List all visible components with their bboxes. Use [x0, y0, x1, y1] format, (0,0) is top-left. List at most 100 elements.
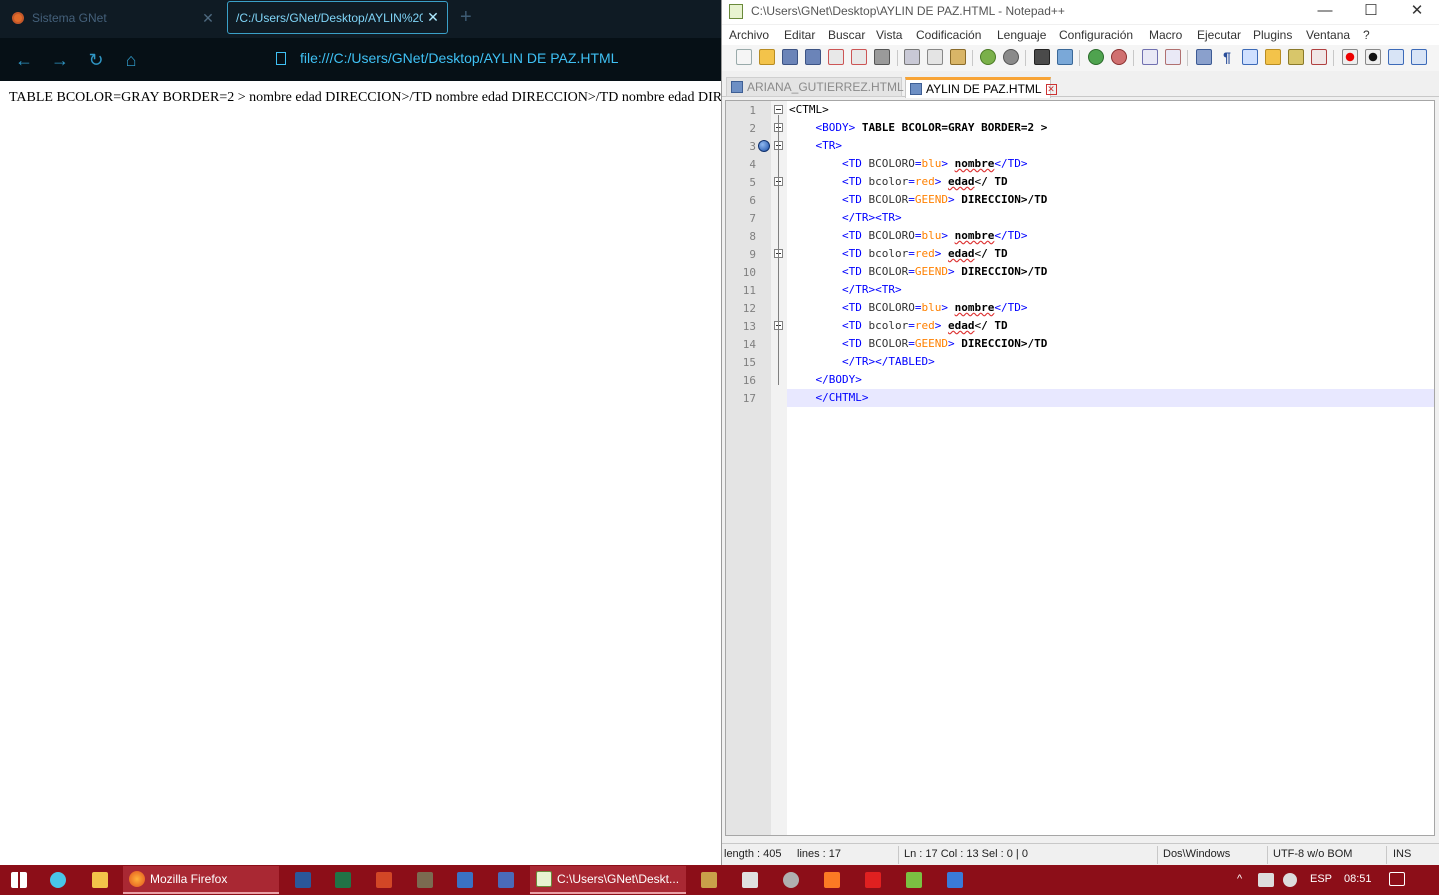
indent-guide-icon[interactable] — [1242, 49, 1258, 65]
menu-vista[interactable]: Vista — [876, 28, 902, 42]
code-line[interactable]: <TD bcolor=red> edad</ TD — [787, 245, 1434, 263]
excel-icon[interactable] — [335, 872, 351, 888]
menu-buscar[interactable]: Buscar — [828, 28, 865, 42]
code-line[interactable]: </TR><TR> — [787, 209, 1434, 227]
new-tab-button[interactable]: + — [460, 6, 472, 29]
menu-help[interactable]: ? — [1363, 28, 1370, 42]
url-bar[interactable]: file:///C:/Users/GNet/Desktop/AYLIN DE P… — [276, 50, 618, 66]
word-wrap-icon[interactable] — [1196, 49, 1212, 65]
cut-icon[interactable] — [904, 49, 920, 65]
maximize-button[interactable]: ☐ — [1348, 0, 1394, 24]
bookmark-icon[interactable] — [758, 140, 770, 152]
doc-tab-aylin[interactable]: AYLIN DE PAZ.HTML ✕ — [905, 77, 1057, 98]
app-blue-icon[interactable] — [498, 872, 514, 888]
replace-icon[interactable] — [1057, 49, 1073, 65]
tab-close-icon[interactable]: ✕ — [423, 9, 443, 26]
word-icon[interactable] — [295, 872, 311, 888]
clock[interactable]: 08:51 — [1344, 873, 1372, 885]
sync-v-icon[interactable] — [1142, 49, 1158, 65]
close-file-icon[interactable] — [828, 49, 844, 65]
menu-archivo[interactable]: Archivo — [729, 28, 769, 42]
code-line[interactable]: <TD BCOLOR=GEEND> DIRECCION>/TD — [787, 191, 1434, 209]
network-icon[interactable] — [1258, 873, 1274, 887]
volume-icon[interactable] — [1283, 873, 1297, 887]
code-line[interactable]: </BODY> — [787, 371, 1434, 389]
code-line[interactable]: <TD bcolor=red> edad</ TD — [787, 317, 1434, 335]
doc-tab-ariana[interactable]: ARIANA_GUTIERREZ.HTML ✕ — [726, 77, 919, 97]
fold-toggle-icon[interactable] — [774, 105, 783, 114]
android-app-icon[interactable] — [906, 872, 922, 888]
tab-sistema-gnet[interactable]: Sistema GNet ✕ — [0, 0, 222, 36]
code-line[interactable]: <TR> — [787, 137, 1434, 155]
play-macro-icon[interactable] — [1388, 49, 1404, 65]
run-macro-multiple-icon[interactable] — [1411, 49, 1427, 65]
copy-icon[interactable] — [927, 49, 943, 65]
blue-app-icon[interactable] — [947, 872, 963, 888]
zoom-in-icon[interactable] — [1088, 49, 1104, 65]
minimize-button[interactable]: — — [1302, 0, 1348, 24]
record-macro-icon[interactable] — [1342, 49, 1358, 65]
tab-close-icon[interactable]: ✕ — [198, 10, 218, 27]
grid-app-icon[interactable] — [742, 872, 758, 888]
menu-configuracion[interactable]: Configuración — [1059, 28, 1133, 42]
app-tools-icon[interactable] — [417, 872, 433, 888]
redo-icon[interactable] — [1003, 49, 1019, 65]
code-line[interactable]: <TD BCOLORO=blu> nombre</TD> — [787, 299, 1434, 317]
taskbar-firefox-button[interactable]: Mozilla Firefox — [123, 866, 279, 894]
code-line[interactable]: </CHTML> — [787, 389, 1434, 407]
visual-basic-icon[interactable] — [457, 872, 473, 888]
function-list-icon[interactable] — [1311, 49, 1327, 65]
database-icon[interactable] — [783, 872, 799, 888]
code-line[interactable]: <TD BCOLORO=blu> nombre</TD> — [787, 227, 1434, 245]
language-indicator[interactable]: ESP — [1310, 873, 1332, 885]
tab-aylin-de-paz[interactable]: /C:/Users/GNet/Desktop/AYLIN%20 ✕ — [227, 1, 448, 34]
back-button[interactable]: ← — [12, 48, 36, 72]
code-line[interactable]: <TD BCOLORO=blu> nombre</TD> — [787, 155, 1434, 173]
code-line[interactable]: <CTML> — [787, 101, 1434, 119]
menu-lenguaje[interactable]: Lenguaje — [997, 28, 1046, 42]
close-all-icon[interactable] — [851, 49, 867, 65]
menu-plugins[interactable]: Plugins — [1253, 28, 1292, 42]
file-explorer-icon[interactable] — [92, 872, 108, 888]
print-icon[interactable] — [874, 49, 890, 65]
save-icon[interactable] — [782, 49, 798, 65]
code-line[interactable]: </TR></TABLED> — [787, 353, 1434, 371]
menu-codificacion[interactable]: Codificación — [916, 28, 981, 42]
tray-overflow-icon[interactable]: ^ — [1237, 873, 1242, 885]
reload-button[interactable]: ↻ — [84, 48, 108, 72]
menu-ventana[interactable]: Ventana — [1306, 28, 1350, 42]
menu-macro[interactable]: Macro — [1149, 28, 1182, 42]
open-file-icon[interactable] — [759, 49, 775, 65]
code-line[interactable]: <TD BCOLOR=GEEND> DIRECCION>/TD — [787, 335, 1434, 353]
home-button[interactable]: ⌂ — [119, 48, 143, 72]
start-windows-icon[interactable] — [11, 872, 27, 888]
zoom-out-icon[interactable] — [1111, 49, 1127, 65]
powerpoint-icon[interactable] — [376, 872, 392, 888]
code-line[interactable]: <TD bcolor=red> edad</ TD — [787, 173, 1434, 191]
menu-editar[interactable]: Editar — [784, 28, 815, 42]
cortana-icon[interactable] — [50, 872, 66, 888]
code-line[interactable]: <BODY> TABLE BCOLOR=GRAY BORDER=2 > — [787, 119, 1434, 137]
undo-icon[interactable] — [980, 49, 996, 65]
save-all-icon[interactable] — [805, 49, 821, 65]
notifications-icon[interactable] — [1389, 872, 1405, 886]
code-line[interactable]: </TR><TR> — [787, 281, 1434, 299]
close-tab-icon[interactable]: ✕ — [1045, 83, 1057, 95]
find-icon[interactable] — [1034, 49, 1050, 65]
doc-map-icon[interactable] — [1288, 49, 1304, 65]
sync-h-icon[interactable] — [1165, 49, 1181, 65]
taskbar-notepad-button[interactable]: C:\Users\GNet\Deskt... — [530, 866, 686, 894]
menu-ejecutar[interactable]: Ejecutar — [1197, 28, 1241, 42]
code-editor[interactable]: 1 2 3 4 5 6 7 8 9 10 11 12 13 14 15 16 17 <CTML> <BODY> … — [725, 100, 1435, 836]
stop-macro-icon[interactable] — [1365, 49, 1381, 65]
xampp-icon[interactable] — [824, 872, 840, 888]
show-all-chars-icon[interactable]: ¶ — [1219, 49, 1235, 65]
close-button[interactable]: ✕ — [1394, 0, 1439, 24]
language-icon[interactable] — [1265, 49, 1281, 65]
pencil-app-icon[interactable] — [701, 872, 717, 888]
new-file-icon[interactable] — [736, 49, 752, 65]
code-line[interactable]: <TD BCOLOR=GEEND> DIRECCION>/TD — [787, 263, 1434, 281]
filezilla-icon[interactable] — [865, 872, 881, 888]
paste-icon[interactable] — [950, 49, 966, 65]
code-area[interactable]: <CTML> <BODY> TABLE BCOLOR=GRAY BORDER=2… — [787, 101, 1434, 835]
